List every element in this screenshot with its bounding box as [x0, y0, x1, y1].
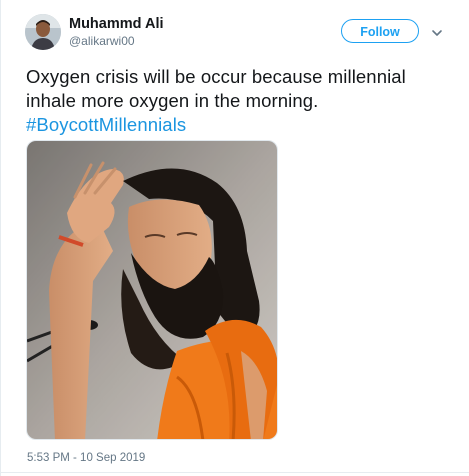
- author-handle[interactable]: @alikarwi00: [69, 34, 135, 48]
- tweet-card: Muhammd Ali @alikarwi00 Follow Oxygen cr…: [0, 0, 469, 476]
- tweet-timestamp[interactable]: 5:53 PM - 10 Sep 2019: [27, 452, 145, 464]
- tweet-text-line-2: inhale more oxygen in the morning.: [26, 90, 319, 111]
- chevron-down-icon[interactable]: [431, 26, 443, 38]
- tweet-text-line-1: Oxygen crisis will be occur because mill…: [26, 66, 406, 87]
- hashtag-link[interactable]: #BoycottMillennials: [26, 114, 186, 135]
- tweet-photo[interactable]: [26, 140, 278, 440]
- avatar[interactable]: [25, 14, 61, 50]
- tweet-text: Oxygen crisis will be occur because mill…: [26, 65, 466, 137]
- author-name[interactable]: Muhammd Ali: [69, 16, 164, 32]
- divider: [1, 472, 469, 473]
- follow-button[interactable]: Follow: [341, 19, 419, 43]
